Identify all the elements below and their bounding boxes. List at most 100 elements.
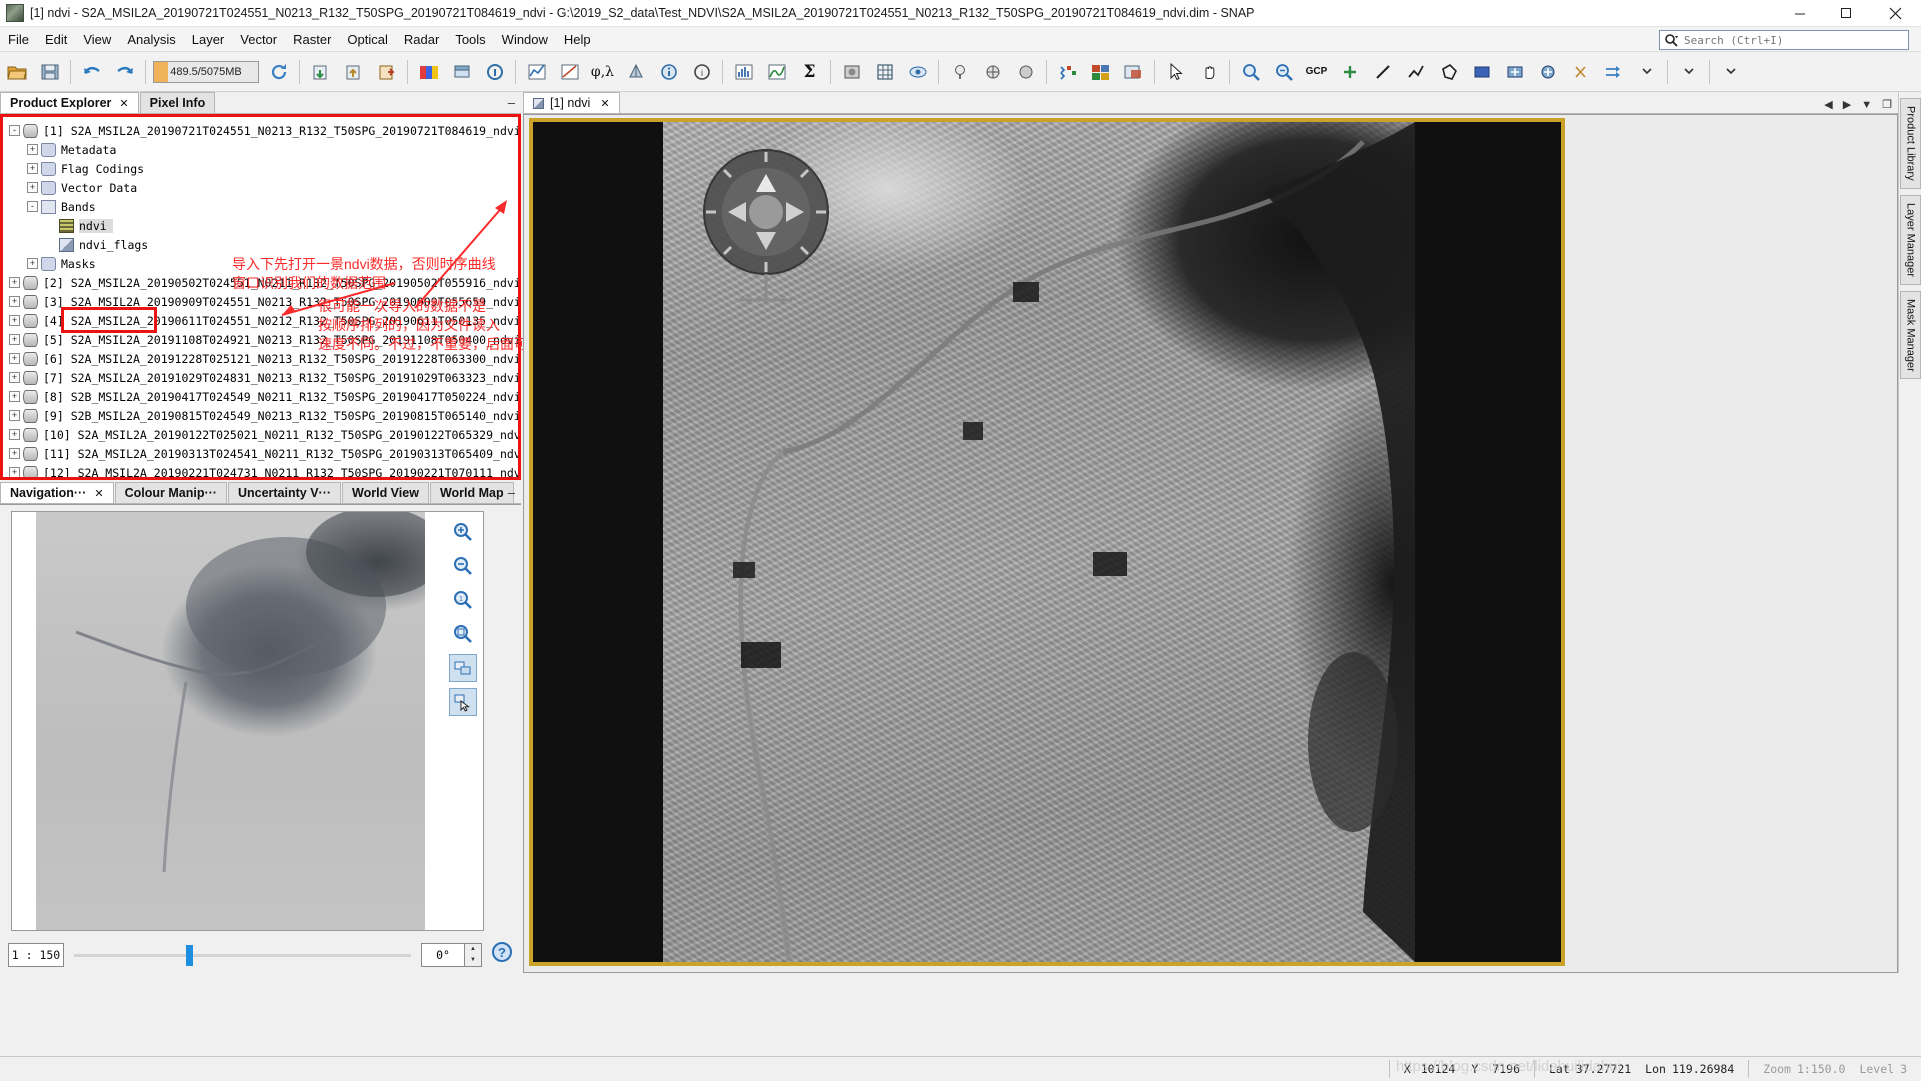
zoom-all-icon[interactable] (449, 620, 477, 648)
expand-icon[interactable]: + (9, 372, 20, 383)
zoom-tool-icon[interactable] (1235, 56, 1266, 88)
rectangle-tool-icon[interactable] (1466, 56, 1497, 88)
expand-icon[interactable]: + (9, 334, 20, 345)
range-finder-icon[interactable] (1565, 56, 1596, 88)
tree-node[interactable]: + [8] S2B_MSIL2A_20190417T024549_N0211_R1… (9, 387, 518, 406)
zoom-ratio-field[interactable]: 1 : 150 (8, 942, 64, 967)
search-input[interactable]: Search (Ctrl+I) (1659, 30, 1909, 50)
close-icon[interactable]: ✕ (119, 97, 128, 110)
menu-raster[interactable]: Raster (285, 30, 339, 49)
minimize-window-button[interactable] (1777, 0, 1823, 27)
zoom-out-icon[interactable] (449, 552, 477, 580)
import-raster-icon[interactable] (338, 56, 369, 88)
information-icon[interactable] (479, 56, 510, 88)
tree-node[interactable]: ndvi (9, 216, 518, 235)
magic-wand-icon[interactable] (1532, 56, 1563, 88)
export-icon[interactable] (371, 56, 402, 88)
minimize-icon[interactable]: – (508, 95, 515, 110)
maximize-window-button[interactable] (1823, 0, 1869, 27)
zoom-slider[interactable] (74, 943, 411, 967)
rotation-stepper-up[interactable]: ▲ (465, 943, 481, 955)
tree-node[interactable]: + [3] S2A_MSIL2A_20190909T024551_N0213_R1… (9, 292, 518, 311)
menu-file[interactable]: File (0, 30, 37, 49)
menu-edit[interactable]: Edit (37, 30, 75, 49)
tab-world-map[interactable]: World Map (429, 482, 514, 503)
minimize-icon[interactable]: – (508, 485, 515, 500)
expand-icon[interactable]: + (9, 296, 20, 307)
expand-icon[interactable]: + (9, 410, 20, 421)
expand-icon[interactable]: + (27, 163, 38, 174)
ndvi-image-content[interactable] (663, 122, 1415, 962)
expand-icon[interactable]: + (9, 467, 20, 477)
scatter-plot-icon[interactable] (554, 56, 585, 88)
projection-icon[interactable] (620, 56, 651, 88)
statistics-icon[interactable]: Σ (794, 56, 825, 88)
help-icon[interactable]: ? (491, 941, 513, 968)
expand-icon[interactable]: + (9, 353, 20, 364)
close-icon[interactable]: ✕ (600, 97, 609, 110)
profile-plot-icon[interactable] (521, 56, 552, 88)
zoom-all-icon[interactable] (1268, 56, 1299, 88)
scroll-tabs-right-icon[interactable]: ▶ (1843, 98, 1851, 111)
vtab-layer-manager[interactable]: Layer Manager (1900, 194, 1921, 285)
tab-colour-manipulation[interactable]: Colour Manip··· (114, 482, 227, 503)
drawing-line-icon[interactable] (1367, 56, 1398, 88)
tree-node[interactable]: + [9] S2B_MSIL2A_20190815T024549_N0213_R1… (9, 406, 518, 425)
tab-list-dropdown-icon[interactable]: ▼ (1861, 99, 1872, 111)
expand-icon[interactable]: + (9, 277, 20, 288)
tab-product-explorer[interactable]: Product Explorer ✕ (0, 92, 139, 113)
grid-overlay-icon[interactable] (869, 56, 900, 88)
expand-icon[interactable]: + (9, 391, 20, 402)
tree-node[interactable]: + Flag Codings (9, 159, 518, 178)
menu-tools[interactable]: Tools (447, 30, 493, 49)
float-window-icon[interactable]: ❐ (1882, 98, 1892, 111)
geo-coding-icon[interactable]: φ,λ (587, 56, 618, 88)
overflow-chevron3-icon[interactable] (1715, 56, 1746, 88)
close-window-button[interactable] (1869, 0, 1921, 27)
tab-ndvi-view[interactable]: [1] ndvi ✕ (523, 92, 620, 113)
navigation-thumbnail[interactable]: 1 (11, 511, 484, 931)
menu-analysis[interactable]: Analysis (119, 30, 183, 49)
tab-uncertainty-visualisation[interactable]: Uncertainty V··· (227, 482, 342, 503)
menu-vector[interactable]: Vector (232, 30, 285, 49)
tree-node[interactable]: ndvi_flags (9, 235, 518, 254)
import-vector-icon[interactable] (305, 56, 336, 88)
layer-manager-icon[interactable] (446, 56, 477, 88)
tree-node[interactable]: + [7] S2A_MSIL2A_20191029T024831_N0213_R1… (9, 368, 518, 387)
menu-optical[interactable]: Optical (339, 30, 395, 49)
expand-icon[interactable]: + (27, 144, 38, 155)
sync-views-icon[interactable] (1598, 56, 1629, 88)
zoom-to-pixel-icon[interactable]: 1 (449, 586, 477, 614)
pin-manager-icon[interactable] (944, 56, 975, 88)
menu-view[interactable]: View (75, 30, 119, 49)
tree-node[interactable]: - Bands (9, 197, 518, 216)
tree-node[interactable]: + [10] S2A_MSIL2A_20190122T025021_N0211_R… (9, 425, 518, 444)
expand-icon[interactable]: + (9, 429, 20, 440)
expand-icon[interactable]: + (9, 315, 20, 326)
information2-icon[interactable] (653, 56, 684, 88)
tree-node[interactable]: + [4] S2A_MSIL2A_20190611T024551_N0212_R1… (9, 311, 518, 330)
refresh-icon[interactable] (263, 56, 294, 88)
tree-node[interactable]: + Vector Data (9, 178, 518, 197)
tree-node[interactable]: + [6] S2A_MSIL2A_20191228T025121_N0213_R1… (9, 349, 518, 368)
menu-radar[interactable]: Radar (396, 30, 447, 49)
drawing-polygon-icon[interactable] (1433, 56, 1464, 88)
subset-icon[interactable] (1118, 56, 1149, 88)
gcp-manager-icon[interactable] (977, 56, 1008, 88)
tab-world-view[interactable]: World View (342, 482, 429, 503)
rotation-field[interactable]: 0° (421, 942, 465, 967)
open-product-icon[interactable] (1, 56, 32, 88)
memory-indicator[interactable]: 489.5/5075MB (153, 60, 259, 83)
menu-window[interactable]: Window (494, 30, 556, 49)
expand-icon[interactable]: + (9, 448, 20, 459)
tree-node[interactable]: + [2] S2A_MSIL2A_20190502T024551_N0211_R1… (9, 273, 518, 292)
sync-cursor-icon[interactable] (449, 688, 477, 716)
colour-manipulation-icon[interactable] (413, 56, 444, 88)
collapse-icon[interactable]: - (27, 201, 38, 212)
shape-tool-icon[interactable] (1010, 56, 1041, 88)
band-maths-icon[interactable] (1052, 56, 1083, 88)
overflow-chevron-icon[interactable] (1631, 56, 1662, 88)
tree-node[interactable]: + Masks (9, 254, 518, 273)
ellipse-tool-icon[interactable] (1499, 56, 1530, 88)
collapse-icon[interactable]: - (9, 125, 20, 136)
